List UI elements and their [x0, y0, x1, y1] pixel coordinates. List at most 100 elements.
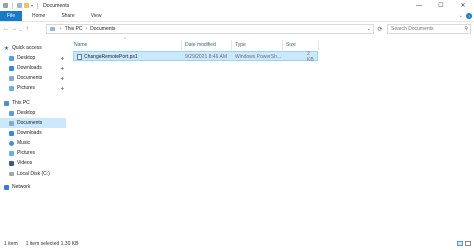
nav-pc-downloads[interactable]: Downloads — [9, 128, 66, 138]
network-icon — [4, 184, 9, 190]
ribbon-tabs: File Home Share View ⌄ ? — [0, 11, 474, 22]
selection-info: 1 item selected 1.30 KB — [25, 241, 79, 247]
tab-home[interactable]: Home — [26, 11, 51, 21]
maximize-button[interactable]: ☐ — [430, 0, 452, 11]
back-button[interactable]: ← — [2, 24, 10, 34]
documents-icon — [9, 120, 14, 126]
computer-icon — [4, 100, 9, 106]
column-divider[interactable] — [231, 40, 232, 50]
expand-ribbon-icon[interactable]: ⌄ — [459, 13, 463, 19]
nav-label: Desktop — [17, 110, 36, 116]
nav-quick-access[interactable]: Quick access — [4, 43, 66, 53]
column-header-name[interactable]: Name — [74, 40, 87, 50]
nav-label: Documents — [17, 75, 43, 81]
nav-label: Videos — [17, 160, 33, 166]
pictures-icon — [9, 85, 14, 91]
file-name-cell: ChangeRemotePort.ps1 — [77, 52, 138, 61]
forward-button[interactable]: → — [10, 24, 18, 34]
address-bar[interactable]: › This PC › Documents ⌄ — [46, 24, 374, 34]
column-divider[interactable] — [181, 40, 182, 50]
help-icon[interactable]: ? — [466, 13, 472, 19]
title-bar: ▾ Documents — ☐ ✕ — [0, 0, 474, 11]
breadcrumb-this-pc[interactable]: This PC — [65, 26, 83, 32]
new-folder-icon[interactable] — [24, 3, 29, 8]
pin-icon: ✚ — [60, 55, 64, 61]
nav-network[interactable]: Network — [4, 182, 66, 192]
file-type: Windows PowerSh... — [235, 53, 282, 60]
download-icon — [9, 130, 14, 136]
properties-icon[interactable] — [17, 3, 22, 8]
nav-pc-documents[interactable]: Documents — [0, 118, 66, 128]
nav-pc-desktop[interactable]: Desktop — [9, 108, 66, 118]
column-divider[interactable] — [318, 40, 319, 50]
pin-icon: ✚ — [60, 65, 64, 71]
desktop-icon — [9, 55, 14, 61]
download-icon — [9, 65, 14, 71]
address-dropdown-icon[interactable]: ⌄ — [367, 26, 371, 32]
pin-icon: ✚ — [60, 75, 64, 81]
file-size: 2 KB — [307, 50, 314, 63]
up-button[interactable]: ↑ — [23, 24, 31, 34]
window-controls: — ☐ ✕ — [408, 0, 474, 11]
nav-pc-local-disk[interactable]: Local Disk (C:) — [9, 169, 66, 179]
sort-indicator-icon: ^ — [124, 36, 126, 41]
column-header-type[interactable]: Type — [235, 40, 246, 50]
desktop-icon — [9, 110, 14, 116]
nav-label: Music — [17, 140, 31, 146]
drive-icon — [9, 172, 14, 176]
status-bar: 1 item 1 item selected 1.30 KB — [0, 238, 474, 250]
nav-label: Desktop — [17, 55, 36, 61]
nav-pc-music[interactable]: Music — [9, 138, 66, 148]
ribbon-right: ⌄ ? — [459, 13, 472, 19]
close-button[interactable]: ✕ — [452, 0, 474, 11]
nav-label: Downloads — [17, 130, 42, 136]
divider — [12, 2, 13, 9]
nav-pc-pictures[interactable]: Pictures — [9, 148, 66, 158]
view-toggle — [457, 241, 471, 246]
nav-this-pc[interactable]: This PC — [4, 98, 66, 108]
pin-icon: ✚ — [60, 85, 64, 91]
file-row[interactable]: ChangeRemotePort.ps1 9/29/2021 8:46 AM W… — [73, 50, 318, 63]
nav-quick-desktop[interactable]: Desktop ✚ — [9, 53, 66, 63]
nav-pc-videos[interactable]: Videos — [9, 158, 66, 168]
customize-toolbar-icon[interactable]: ▾ — [31, 3, 33, 8]
refresh-button[interactable]: ⟳ — [376, 24, 384, 34]
file-name: ChangeRemotePort.ps1 — [84, 53, 138, 60]
nav-label: Downloads — [17, 65, 42, 71]
nav-label: This PC — [12, 100, 30, 106]
tab-view[interactable]: View — [85, 11, 108, 21]
nav-label: Documents — [17, 120, 43, 126]
nav-quick-downloads[interactable]: Downloads ✚ — [9, 63, 66, 73]
item-count: 1 item — [4, 241, 18, 247]
star-icon — [4, 45, 9, 51]
search-input[interactable]: Search Documents ⚲ — [387, 24, 471, 34]
navigation-pane: Quick access Desktop ✚ Downloads ✚ Docum… — [0, 36, 66, 238]
breadcrumb-separator[interactable]: › — [85, 26, 87, 32]
column-header-date[interactable]: Date modified — [185, 40, 216, 50]
file-date: 9/29/2021 8:46 AM — [185, 53, 227, 60]
folder-location-icon — [50, 27, 55, 31]
pictures-icon — [9, 150, 14, 156]
search-icon[interactable]: ⚲ — [464, 26, 468, 32]
tab-share[interactable]: Share — [55, 11, 80, 21]
music-icon — [9, 140, 14, 146]
documents-icon — [9, 75, 14, 81]
large-icons-view-icon[interactable] — [465, 241, 471, 246]
minimize-button[interactable]: — — [408, 0, 430, 11]
tab-file[interactable]: File — [0, 11, 22, 21]
details-view-icon[interactable] — [457, 241, 463, 246]
breadcrumb-documents[interactable]: Documents — [90, 26, 115, 32]
nav-label: Network — [12, 184, 31, 190]
column-header-size[interactable]: Size — [286, 40, 296, 50]
nav-quick-documents[interactable]: Documents ✚ — [9, 73, 66, 83]
breadcrumb-separator[interactable]: › — [60, 26, 62, 32]
quick-access-toolbar: ▾ — [0, 2, 40, 9]
nav-quick-pictures[interactable]: Pictures ✚ — [9, 83, 66, 93]
app-icon[interactable] — [3, 3, 8, 8]
divider — [37, 2, 39, 9]
videos-icon — [9, 160, 14, 166]
nav-label: Quick access — [12, 45, 42, 51]
column-divider[interactable] — [282, 40, 283, 50]
file-list: ^ Name Date modified Type Size ChangeRem… — [68, 36, 474, 238]
powershell-script-icon — [77, 53, 82, 60]
